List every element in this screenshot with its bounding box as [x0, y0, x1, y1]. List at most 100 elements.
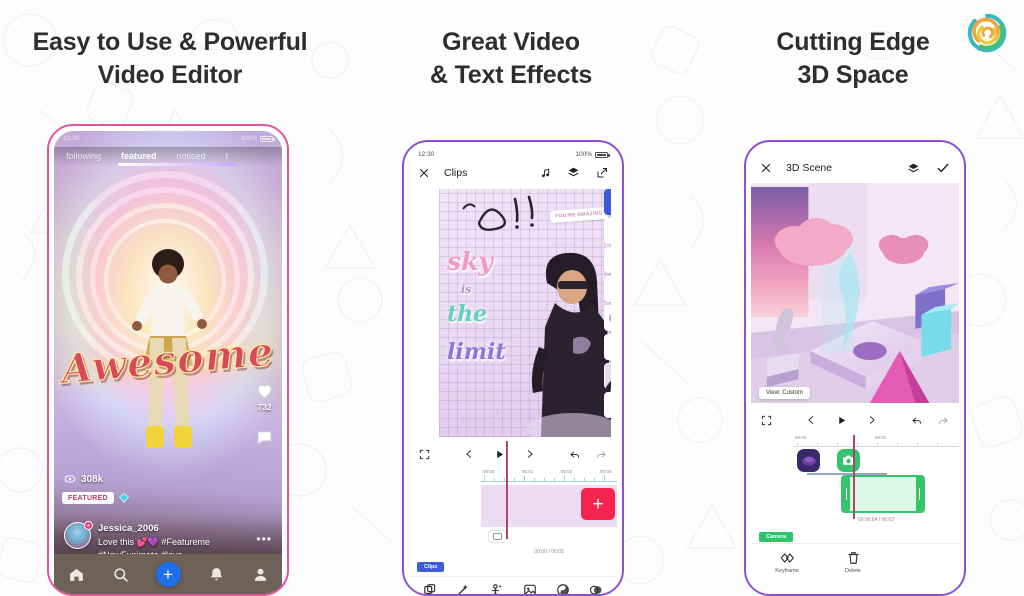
ai-sparkle-icon	[492, 584, 502, 594]
smoke-thumb-icon	[608, 313, 611, 323]
phone-mockup-clips-editor: 12:30 100% Clips YOU'RE AMAZING sky is t…	[402, 140, 624, 596]
clip-handle-right[interactable]	[916, 477, 923, 511]
music-note-icon[interactable]	[540, 167, 551, 179]
create-button[interactable]: +	[155, 561, 181, 587]
bell-icon[interactable]	[208, 566, 225, 583]
layer-item-doodle[interactable]	[604, 334, 611, 360]
play-icon[interactable]	[836, 414, 847, 427]
prev-frame-icon[interactable]	[806, 414, 816, 426]
scene-toolbar[interactable]: Keyframe Delete	[751, 543, 959, 574]
timeline-track-clips[interactable]: +	[481, 485, 617, 527]
sphere-node-icon[interactable]	[797, 449, 820, 472]
player-controls-2[interactable]	[419, 445, 607, 463]
canvas-text-is[interactable]: is	[461, 283, 471, 296]
editor-title: Clips	[444, 166, 468, 179]
fullscreen-icon[interactable]	[419, 449, 430, 460]
feed-action-rail[interactable]: 732	[255, 381, 274, 447]
like-count: 732	[257, 402, 272, 412]
clip-handle-left[interactable]	[843, 477, 850, 511]
avatar[interactable]: ★	[64, 521, 93, 549]
color-palette-icon	[557, 584, 569, 594]
page-title-1: Easy to Use & Powerful Video Editor	[0, 26, 340, 92]
verified-star-icon: ★	[84, 521, 93, 530]
layer-panel[interactable]: is sky limit limit	[604, 189, 611, 418]
tab-more[interactable]: t	[226, 151, 229, 161]
text-clip-chip[interactable]	[489, 531, 506, 542]
layer-item-photo[interactable]	[604, 363, 611, 389]
next-frame-icon[interactable]	[867, 414, 877, 426]
prev-frame-icon[interactable]	[464, 448, 474, 460]
layer-item[interactable]: limit	[604, 392, 611, 418]
view-mode-chip[interactable]: View: Custom	[759, 387, 810, 399]
redo-icon[interactable]	[937, 415, 949, 426]
scene-header: 3D Scene	[751, 147, 959, 181]
tool-color[interactable]: Color	[546, 583, 579, 594]
clips-editor-screen: 12:30 100% Clips YOU'RE AMAZING sky is t…	[409, 147, 617, 594]
close-icon[interactable]	[418, 167, 430, 179]
layer-item[interactable]: is	[604, 218, 611, 244]
track-tag-clips: Clips	[417, 562, 445, 572]
tool-blend[interactable]: Blend	[580, 583, 613, 594]
more-dots-icon[interactable]: •••	[256, 522, 272, 546]
status-battery-percent: 100%	[575, 151, 592, 158]
editor-toolbar[interactable]: Animate Effect Mix AI Effects Filter Col…	[409, 576, 617, 594]
photo-thumb-icon	[604, 363, 611, 389]
layers-icon[interactable]	[907, 162, 920, 175]
play-icon[interactable]	[494, 448, 505, 461]
bottom-nav-bar[interactable]: +	[54, 554, 282, 594]
home-icon[interactable]	[68, 566, 85, 583]
timeline-secondary-row[interactable]: 00:00 / 00:03	[481, 527, 617, 555]
search-icon[interactable]	[112, 566, 129, 583]
tab-noticed[interactable]: noticed	[177, 151, 206, 161]
playhead[interactable]	[853, 435, 855, 519]
layer-item-selected[interactable]	[604, 189, 611, 215]
check-icon[interactable]	[936, 161, 950, 175]
fullscreen-icon[interactable]	[761, 415, 772, 426]
redo-icon[interactable]	[595, 449, 607, 460]
editor-canvas[interactable]: YOU'RE AMAZING sky is the limit	[439, 189, 611, 437]
layer-item-smoke[interactable]	[604, 305, 611, 331]
tool-delete[interactable]: Delete	[835, 551, 871, 574]
comment-action[interactable]	[255, 428, 274, 447]
canvas-text-the[interactable]: the	[447, 301, 487, 327]
add-clip-button[interactable]: +	[581, 488, 615, 520]
undo-icon[interactable]	[911, 415, 923, 426]
animate-icon	[423, 584, 435, 594]
camera-node-icon[interactable]	[837, 449, 860, 472]
canvas-text-sky[interactable]: sky	[447, 247, 493, 276]
timeline-track-camera[interactable]: 00:00.84 / 00:03	[793, 435, 959, 525]
trash-icon	[847, 552, 859, 564]
scene-canvas[interactable]: View: Custom	[751, 183, 959, 403]
layer-item[interactable]: limit	[604, 276, 611, 302]
tool-filter[interactable]: Filter	[513, 583, 546, 594]
close-icon[interactable]	[760, 162, 772, 174]
canvas-subject-illustration	[527, 252, 611, 437]
eye-icon	[64, 475, 76, 483]
username[interactable]: Jessica_2006	[98, 522, 210, 536]
like-action[interactable]: 732	[255, 381, 274, 412]
layers-icon[interactable]	[567, 166, 580, 179]
export-icon[interactable]	[596, 167, 608, 179]
tool-keyframe[interactable]: Keyframe	[769, 551, 805, 574]
tool-effect-mix[interactable]: Effect Mix	[446, 583, 479, 594]
layer-item[interactable]: sky	[604, 247, 611, 273]
sticker-note: YOU'RE AMAZING	[549, 207, 609, 223]
next-frame-icon[interactable]	[525, 448, 535, 460]
doodle-thumb-icon	[610, 340, 611, 353]
player-controls-3[interactable]	[761, 411, 949, 429]
filter-icon	[523, 584, 536, 594]
playhead[interactable]	[506, 441, 508, 539]
person-icon[interactable]	[252, 566, 269, 583]
tool-animate[interactable]: Animate	[413, 583, 446, 594]
tab-featured[interactable]: featured	[121, 151, 157, 161]
undo-icon[interactable]	[569, 449, 581, 460]
ruler-tick-label: 00:00	[483, 469, 495, 474]
status-bar-2: 12:30 100%	[409, 147, 617, 161]
canvas-text-limit[interactable]: limit	[447, 339, 506, 365]
tab-following[interactable]: following	[66, 151, 101, 161]
headline-line-1: Great Video	[442, 28, 580, 56]
tool-ai-effects[interactable]: AI Effects	[480, 583, 513, 594]
comment-icon	[257, 431, 272, 445]
page-title-2: Great Video & Text Effects	[340, 26, 682, 92]
tool-label: Delete	[845, 568, 861, 574]
